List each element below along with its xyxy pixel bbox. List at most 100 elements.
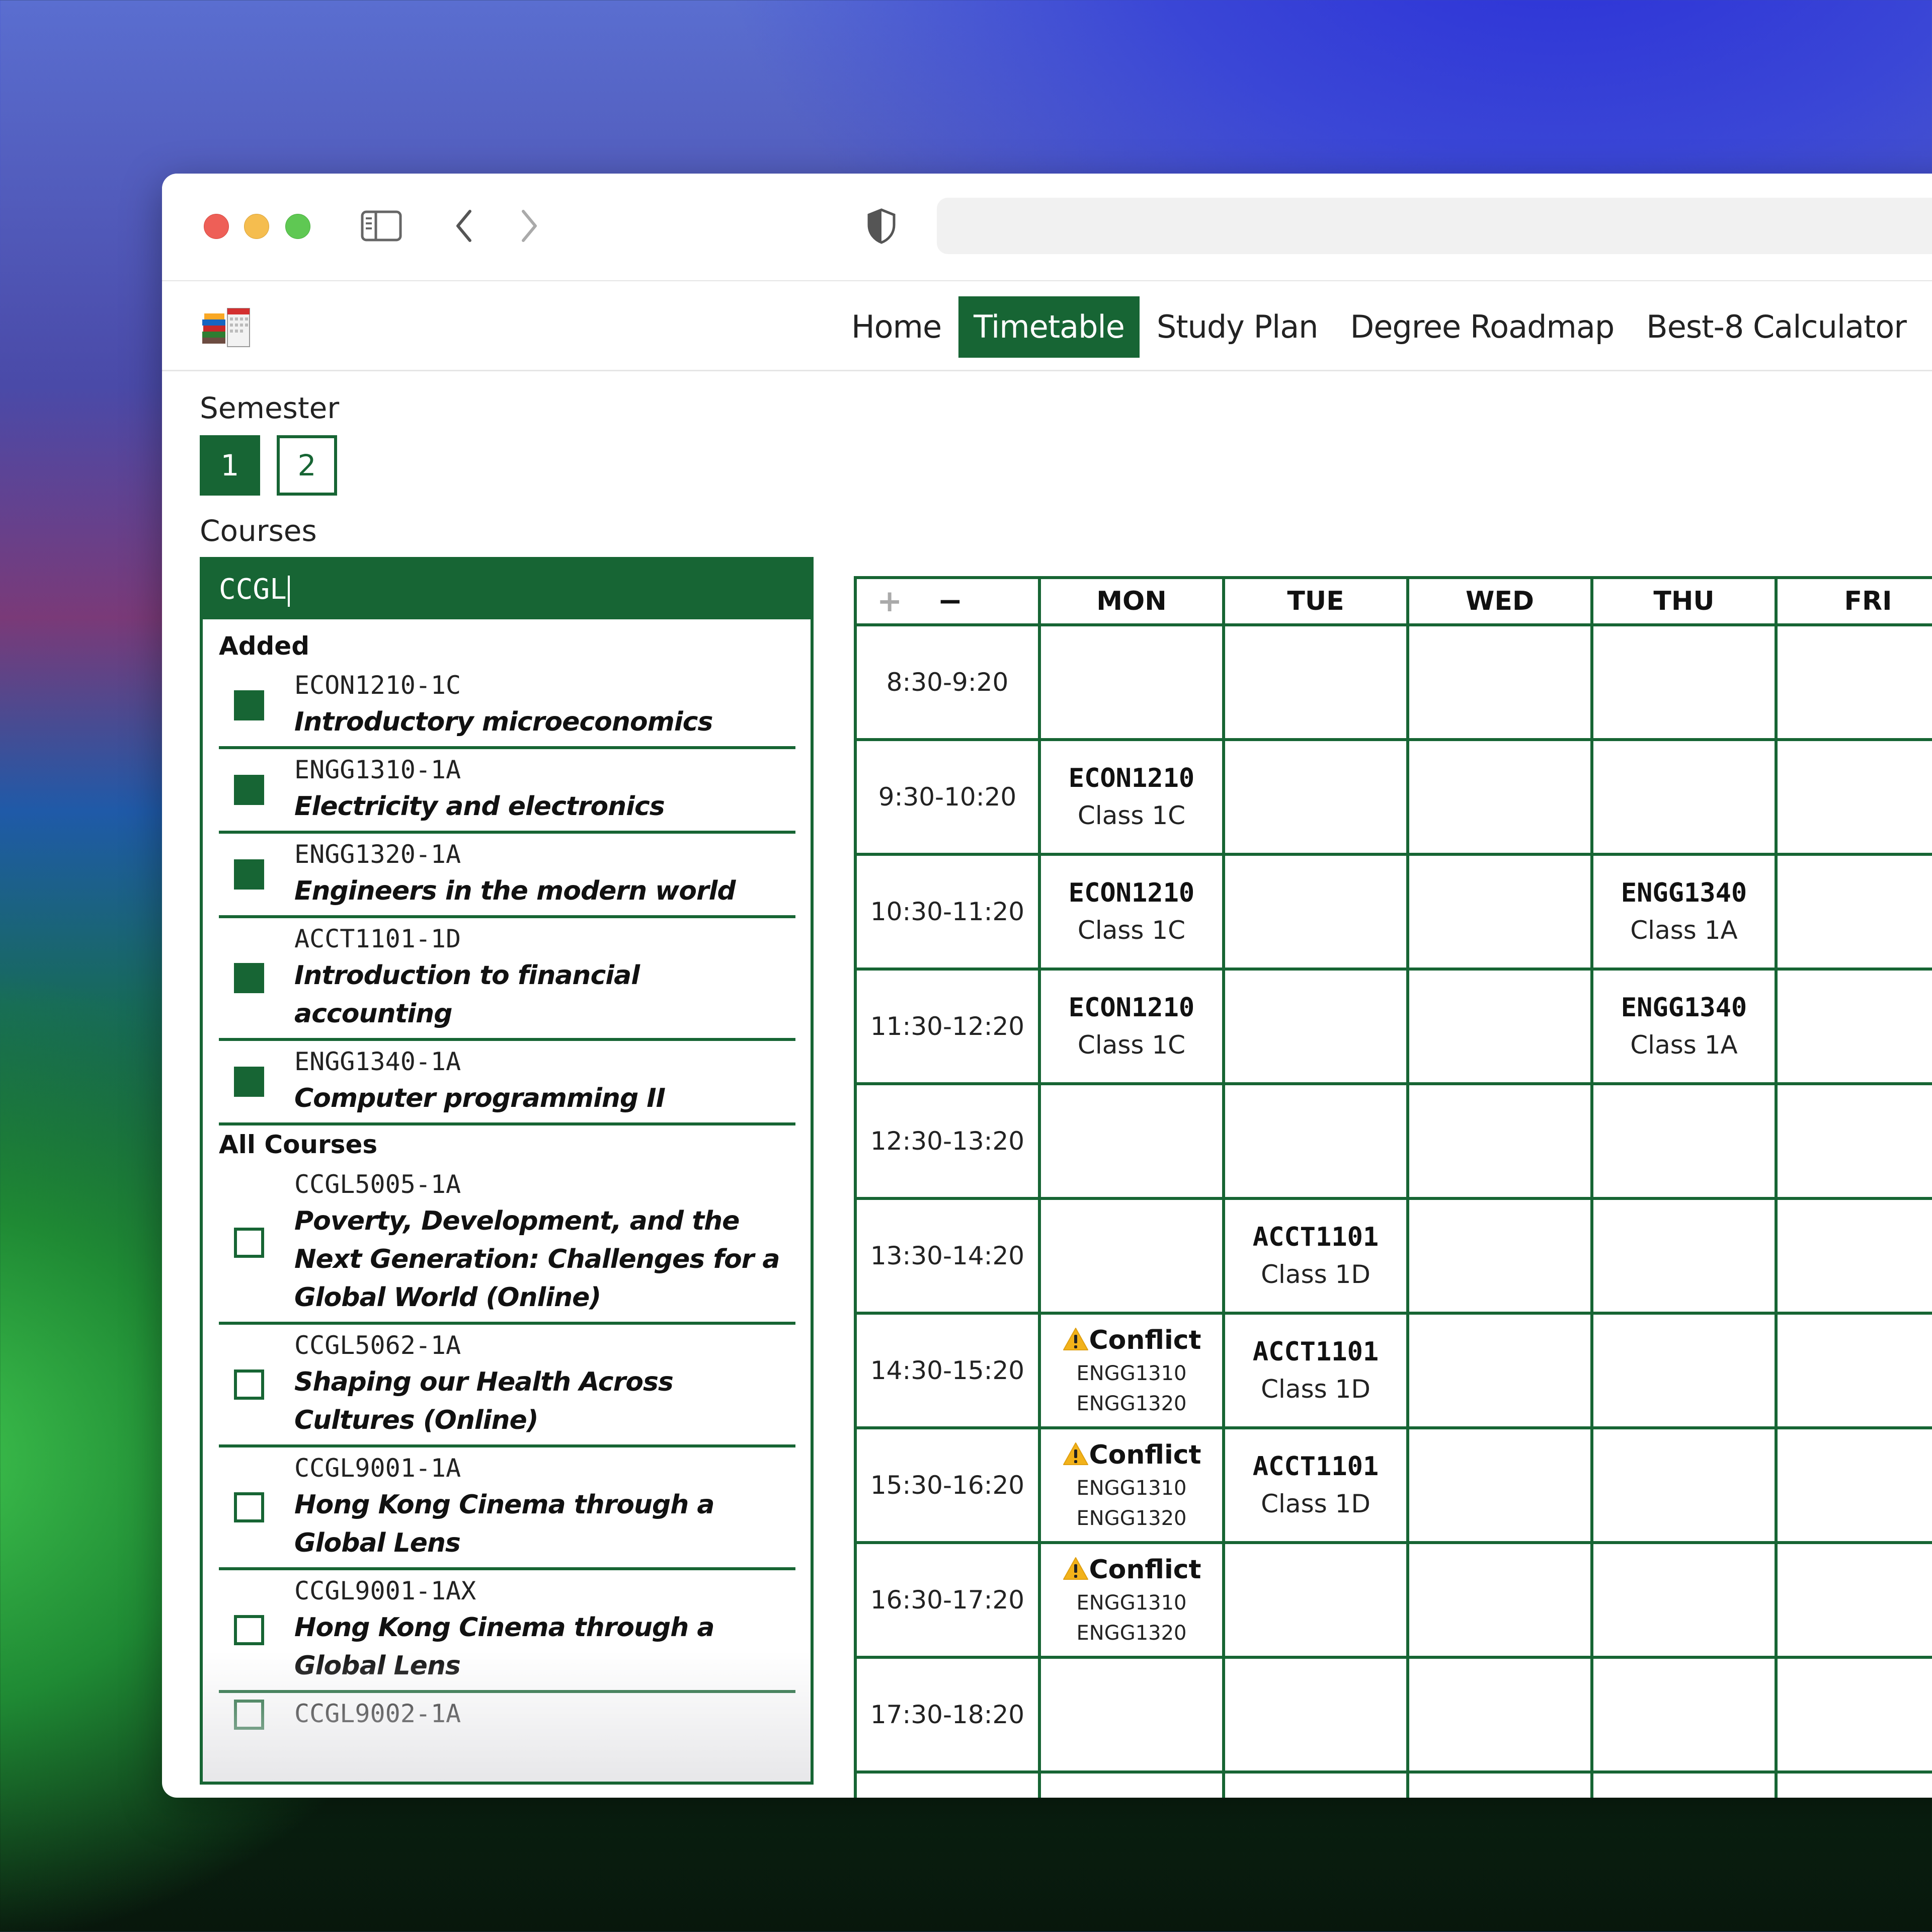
added-course-item[interactable]: ENGG1340-1A Computer programming II <box>219 1041 795 1125</box>
class-course-code: ENGG1340 <box>1621 993 1747 1023</box>
added-course-item[interactable]: ACCT1101-1D Introduction to financial acc… <box>219 918 795 1041</box>
course-checkbox[interactable] <box>234 859 264 890</box>
timetable-cell-fri[interactable] <box>1775 968 1932 1085</box>
timetable-cell-wed[interactable] <box>1406 1197 1593 1315</box>
added-course-item[interactable]: ECON1210-1C Introductory microeconomics <box>219 665 795 749</box>
course-checkbox[interactable] <box>234 1615 264 1645</box>
course-item[interactable]: CCGL5062-1A Shaping our Health Across Cul… <box>219 1325 795 1447</box>
semester-1-button[interactable]: 1 <box>200 435 260 496</box>
course-checkbox[interactable] <box>234 1700 264 1730</box>
timetable-cell-fri[interactable] <box>1775 738 1932 856</box>
course-checkbox[interactable] <box>234 1492 264 1522</box>
timetable-cell-wed[interactable] <box>1406 738 1593 856</box>
forward-arrow-icon[interactable] <box>514 210 544 242</box>
timetable-cell-thu[interactable] <box>1590 1541 1778 1659</box>
timetable-cell-wed[interactable] <box>1406 853 1593 971</box>
timetable-cell-wed[interactable] <box>1406 1426 1593 1544</box>
course-checkbox[interactable] <box>234 963 264 993</box>
timetable-cell-mon[interactable]: Conflict ENGG1310 ENGG1320 <box>1038 1312 1225 1429</box>
timetable-cell-thu[interactable]: ENGG1340 Class 1A <box>1590 968 1778 1085</box>
added-course-item[interactable]: ENGG1310-1A Electricity and electronics <box>219 749 795 834</box>
timetable-cell-tue[interactable] <box>1222 738 1409 856</box>
course-code: ENGG1340-1A <box>294 1047 461 1076</box>
back-arrow-icon[interactable] <box>449 210 479 242</box>
course-checkbox[interactable] <box>234 690 264 720</box>
timetable-cell-wed[interactable] <box>1406 1770 1593 1798</box>
nav-timetable[interactable]: Timetable <box>958 296 1140 358</box>
semester-2-button[interactable]: 2 <box>277 435 337 496</box>
timetable-cell-thu[interactable] <box>1590 1197 1778 1315</box>
timetable-cell-mon[interactable]: ECON1210 Class 1C <box>1038 968 1225 1085</box>
timetable-cell-wed[interactable] <box>1406 1656 1593 1774</box>
timetable-cell-fri[interactable] <box>1775 1541 1932 1659</box>
timetable-cell-mon[interactable] <box>1038 1656 1225 1774</box>
course-checkbox[interactable] <box>234 1228 264 1258</box>
timetable-cell-fri[interactable] <box>1775 1082 1932 1200</box>
timetable-cell-thu[interactable]: ENGG1340 Class 1A <box>1590 853 1778 971</box>
timetable-cell-mon[interactable]: Conflict ENGG1310 ENGG1320 <box>1038 1541 1225 1659</box>
timetable-cell-tue[interactable] <box>1222 1541 1409 1659</box>
timetable-cell-fri[interactable] <box>1775 1426 1932 1544</box>
timetable-cell-mon[interactable] <box>1038 1082 1225 1200</box>
timetable-cell-tue[interactable]: ACCT1101 Class 1D <box>1222 1426 1409 1544</box>
timetable-cell-tue[interactable]: ACCT1101 Class 1D <box>1222 1197 1409 1315</box>
timetable-cell-wed[interactable] <box>1406 1541 1593 1659</box>
nav-degree-roadmap[interactable]: Degree Roadmap <box>1335 296 1629 358</box>
course-checkbox[interactable] <box>234 1067 264 1097</box>
nav-study-plan[interactable]: Study Plan <box>1142 296 1333 358</box>
timetable-cell-mon[interactable]: ECON1210 Class 1C <box>1038 853 1225 971</box>
course-item[interactable]: CCGL5005-1A Poverty, Development, and the… <box>219 1164 795 1325</box>
timetable-cell-mon[interactable] <box>1038 1197 1225 1315</box>
timetable-cell-wed[interactable] <box>1406 1312 1593 1429</box>
conflict-heading: Conflict <box>1041 1552 1222 1588</box>
timetable-cell-tue[interactable] <box>1222 968 1409 1085</box>
timetable-cell-wed[interactable] <box>1406 968 1593 1085</box>
nav-best-8-calculator[interactable]: Best-8 Calculator <box>1631 296 1921 358</box>
timetable-cell-wed[interactable] <box>1406 623 1593 741</box>
timetable-cell-fri[interactable] <box>1775 1197 1932 1315</box>
address-bar[interactable] <box>937 198 1932 254</box>
timetable-cell-tue[interactable] <box>1222 1082 1409 1200</box>
timetable-cell-wed[interactable] <box>1406 1082 1593 1200</box>
all-courses-heading: All Courses <box>219 1130 378 1159</box>
minimize-window-button[interactable] <box>244 214 269 239</box>
add-row-top-button[interactable]: + <box>877 584 902 619</box>
timetable-cell-fri[interactable] <box>1775 1656 1932 1774</box>
nav-home[interactable]: Home <box>836 296 956 358</box>
timetable-cell-mon[interactable] <box>1038 1770 1225 1798</box>
added-course-item[interactable]: ENGG1320-1A Engineers in the modern world <box>219 834 795 918</box>
timetable-cell-thu[interactable] <box>1590 1082 1778 1200</box>
timetable-cell-tue[interactable]: ACCT1101 Class 1D <box>1222 1312 1409 1429</box>
timetable-row: 14:30-15:20 Conflict ENGG1310 ENGG1320 ACCT1… <box>854 1312 1932 1429</box>
time-slot-label: 13:30-14:20 <box>854 1197 1041 1315</box>
timetable-cell-thu[interactable] <box>1590 1770 1778 1798</box>
sidebar-toggle-icon[interactable] <box>361 210 402 242</box>
class-course-code: ACCT1101 <box>1252 1337 1379 1367</box>
timetable-cell-tue[interactable] <box>1222 623 1409 741</box>
timetable-cell-tue[interactable] <box>1222 1656 1409 1774</box>
timetable-cell-fri[interactable] <box>1775 853 1932 971</box>
timetable-cell-thu[interactable] <box>1590 1656 1778 1774</box>
timetable-cell-thu[interactable] <box>1590 738 1778 856</box>
timetable-cell-fri[interactable] <box>1775 1770 1932 1798</box>
timetable-cell-thu[interactable] <box>1590 1312 1778 1429</box>
course-checkbox[interactable] <box>234 775 264 805</box>
privacy-shield-icon[interactable] <box>864 208 899 244</box>
timetable-cell-fri[interactable] <box>1775 623 1932 741</box>
timetable-cell-fri[interactable] <box>1775 1312 1932 1429</box>
course-item[interactable]: CCGL9001-1A Hong Kong Cinema through a Gl… <box>219 1447 795 1570</box>
close-window-button[interactable] <box>204 214 229 239</box>
timetable-cell-tue[interactable] <box>1222 1770 1409 1798</box>
course-checkbox[interactable] <box>234 1370 264 1400</box>
timetable-cell-thu[interactable] <box>1590 1426 1778 1544</box>
timetable-cell-tue[interactable] <box>1222 853 1409 971</box>
course-item[interactable]: CCGL9001-1AX Hong Kong Cinema through a G… <box>219 1570 795 1693</box>
course-search-input[interactable]: CCGL <box>203 560 811 619</box>
timetable-cell-mon[interactable]: Conflict ENGG1310 ENGG1320 <box>1038 1426 1225 1544</box>
timetable-cell-mon[interactable]: ECON1210 Class 1C <box>1038 738 1225 856</box>
remove-row-top-button[interactable]: − <box>937 584 962 619</box>
course-item[interactable]: CCGL9002-1A <box>219 1693 795 1736</box>
timetable-cell-mon[interactable] <box>1038 623 1225 741</box>
zoom-window-button[interactable] <box>285 214 310 239</box>
timetable-cell-thu[interactable] <box>1590 623 1778 741</box>
